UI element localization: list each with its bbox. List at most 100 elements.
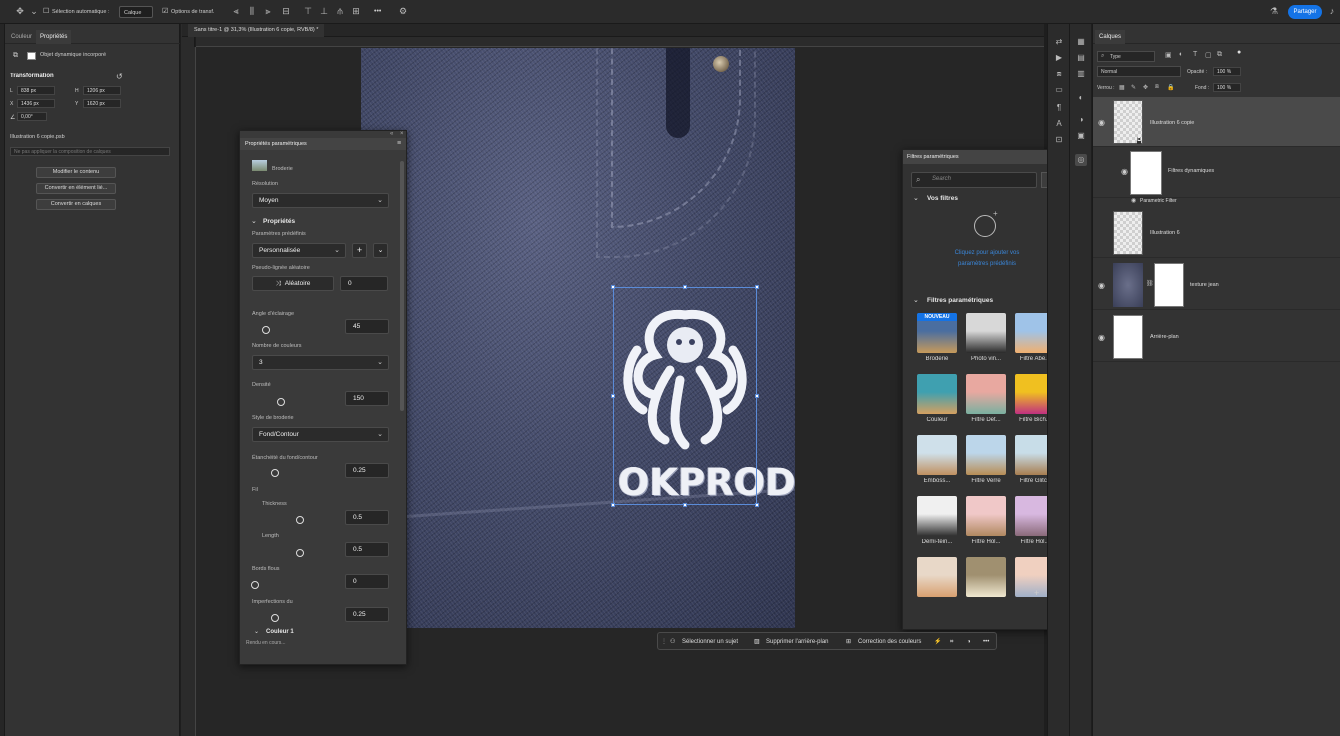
transform-handle[interactable] <box>755 394 759 398</box>
play-icon[interactable]: ▶ <box>1053 52 1065 64</box>
color-icon[interactable]: ◐ <box>1075 92 1087 104</box>
transform-handle[interactable] <box>611 285 615 289</box>
libraries-icon[interactable]: ▦ <box>1075 36 1087 48</box>
add-filter-button[interactable]: + <box>1034 588 1039 598</box>
density-slider-knob[interactable] <box>277 398 285 406</box>
transform-handle[interactable] <box>611 503 615 507</box>
shape-filter-icon[interactable]: ▢ <box>1205 51 1212 59</box>
document-tab[interactable]: Sans titre-1 @ 31,3% (Illustration 6 cop… <box>188 24 325 37</box>
fill-field[interactable]: 100 % <box>1213 83 1241 92</box>
menu-icon[interactable]: ≡ <box>397 140 401 147</box>
eye-icon[interactable]: ◉ <box>1131 197 1139 205</box>
bell-icon[interactable]: ♪ <box>1326 5 1338 17</box>
filter-toggle-icon[interactable]: ● <box>1237 49 1241 56</box>
layers-panel-icon[interactable]: ◎ <box>1075 154 1087 166</box>
chevron-down-icon[interactable]: ⌄ <box>251 217 257 225</box>
paragraph-icon[interactable]: ¶ <box>1053 102 1065 114</box>
contour-slider-knob[interactable] <box>271 469 279 477</box>
gradient-icon[interactable]: ▣ <box>1075 130 1087 142</box>
lock-pixels-icon[interactable]: ▦ <box>1119 84 1125 91</box>
properties-section[interactable]: Propriétés <box>263 218 295 225</box>
chevron-down-icon[interactable]: ⌄ <box>254 628 259 635</box>
layer-comp-select[interactable]: Ne pas appliquer la composition de calqu… <box>10 147 170 156</box>
layer-row[interactable]: ◉ Arrière-plan <box>1093 312 1340 362</box>
thickness-slider-knob[interactable] <box>296 516 304 524</box>
stamp-icon[interactable]: ⧈ <box>1053 68 1065 80</box>
density-field[interactable]: 150 <box>345 391 389 406</box>
contour-field[interactable]: 0.25 <box>345 463 389 478</box>
adjustment-filter-icon[interactable]: ◐ <box>1179 51 1183 58</box>
filter-thumbnail[interactable] <box>966 374 1006 414</box>
eye-icon[interactable]: ◉ <box>1098 334 1106 342</box>
blend-mode-dropdown[interactable]: Normal <box>1097 66 1181 77</box>
x-field[interactable]: 1436 px <box>17 99 55 108</box>
layer-row[interactable]: ◉ ⧉ Illustration 6 copie <box>1093 97 1340 147</box>
flask-icon[interactable]: ⚗ <box>1268 5 1280 17</box>
eye-icon[interactable]: ◉ <box>1098 119 1106 127</box>
more-icon[interactable]: ••• <box>983 633 989 651</box>
transform-handle[interactable] <box>755 285 759 289</box>
lock-all-icon[interactable]: 🔒 <box>1167 84 1174 91</box>
wand-icon[interactable]: ⚡ <box>934 633 941 651</box>
angle-field[interactable]: 0,00° <box>17 112 47 121</box>
thickness-field[interactable]: 0.5 <box>345 510 389 525</box>
edit-contents-button[interactable]: Modifier le contenu <box>36 167 116 178</box>
select-subject-button[interactable]: Sélectionner un sujet <box>682 633 738 651</box>
imperfections-field[interactable]: 0.25 <box>345 607 389 622</box>
distribute-icon[interactable]: ⊟ <box>280 5 292 17</box>
reset-icon[interactable]: ↺ <box>116 72 123 81</box>
layer-row[interactable]: ◉ Filtres dynamiques <box>1093 148 1340 198</box>
navigator-icon[interactable]: ⊡ <box>1053 134 1065 146</box>
eye-icon[interactable]: ◉ <box>1121 168 1129 176</box>
drag-handle-icon[interactable]: ⋮ <box>661 633 667 651</box>
auto-select-checkbox[interactable]: ☐ <box>43 6 49 18</box>
transform-bounding-box[interactable] <box>611 285 759 507</box>
tab-proprietes[interactable]: Propriétés <box>36 30 72 44</box>
preset-options-button[interactable]: ⌄ <box>373 243 388 258</box>
height-field[interactable]: 1206 px <box>83 86 121 95</box>
align-top-icon[interactable]: ⊤ <box>302 5 314 17</box>
length-slider-knob[interactable] <box>296 549 304 557</box>
transform-options-checkbox[interactable]: ☑ <box>162 6 168 18</box>
crop-icon[interactable]: ⌗ <box>950 633 953 651</box>
lock-artboard-icon[interactable]: ⧈ <box>1155 84 1159 91</box>
smart-filter-icon[interactable]: ⧉ <box>1217 51 1222 59</box>
swatches-icon[interactable]: ◑ <box>1075 114 1087 126</box>
transform-handle[interactable] <box>755 503 759 507</box>
align-bottom-icon[interactable]: ⫛ <box>334 5 346 17</box>
history-icon[interactable]: ⇄ <box>1053 36 1065 48</box>
filter-thumbnail[interactable] <box>917 374 957 414</box>
character-icon[interactable]: A <box>1053 118 1065 130</box>
angle-slider-knob[interactable] <box>262 326 270 334</box>
resolution-dropdown[interactable]: Moyen ⌄ <box>252 193 389 208</box>
filter-thumbnail[interactable] <box>966 435 1006 475</box>
image-filter-icon[interactable]: ▣ <box>1165 51 1172 59</box>
share-button[interactable]: Partager <box>1288 5 1322 19</box>
distribute-vertical-icon[interactable]: ⊞ <box>350 5 362 17</box>
filter-thumbnail[interactable] <box>966 496 1006 536</box>
align-right-icon[interactable]: ⫸ <box>262 5 274 17</box>
transform-handle[interactable] <box>683 285 687 289</box>
align-left-icon[interactable]: ⫷ <box>230 5 242 17</box>
auto-select-dropdown[interactable]: Calque <box>119 6 153 18</box>
type-filter-icon[interactable]: T <box>1193 51 1197 58</box>
more-options-icon[interactable]: ••• <box>374 6 381 18</box>
transform-handle[interactable] <box>611 394 615 398</box>
remove-background-button[interactable]: Supprimer l'arrière-plan <box>766 633 829 651</box>
convert-layers-button[interactable]: Convertir en calques <box>36 199 116 210</box>
presets-dropdown[interactable]: Personnalisée ⌄ <box>252 243 346 258</box>
style-dropdown[interactable]: Fond/Contour ⌄ <box>252 427 389 442</box>
random-button[interactable]: ⤨ Aléatoire <box>252 276 334 291</box>
properties-icon[interactable]: ▥ <box>1075 68 1087 80</box>
eye-icon[interactable]: ◉ <box>1098 282 1106 290</box>
width-field[interactable]: 838 px <box>17 86 55 95</box>
filter-thumbnail[interactable] <box>966 557 1006 597</box>
contrast-icon[interactable]: ◑ <box>967 633 971 651</box>
border-field[interactable]: 0 <box>345 574 389 589</box>
convert-linked-button[interactable]: Convertir en élément lié... <box>36 183 116 194</box>
collapse-icon[interactable]: « <box>390 131 393 137</box>
align-center-icon[interactable]: ⫼ <box>246 5 258 17</box>
color1-section[interactable]: Couleur 1 <box>266 629 294 635</box>
transform-handle[interactable] <box>683 503 687 507</box>
gear-icon[interactable]: ⚙ <box>397 5 409 17</box>
